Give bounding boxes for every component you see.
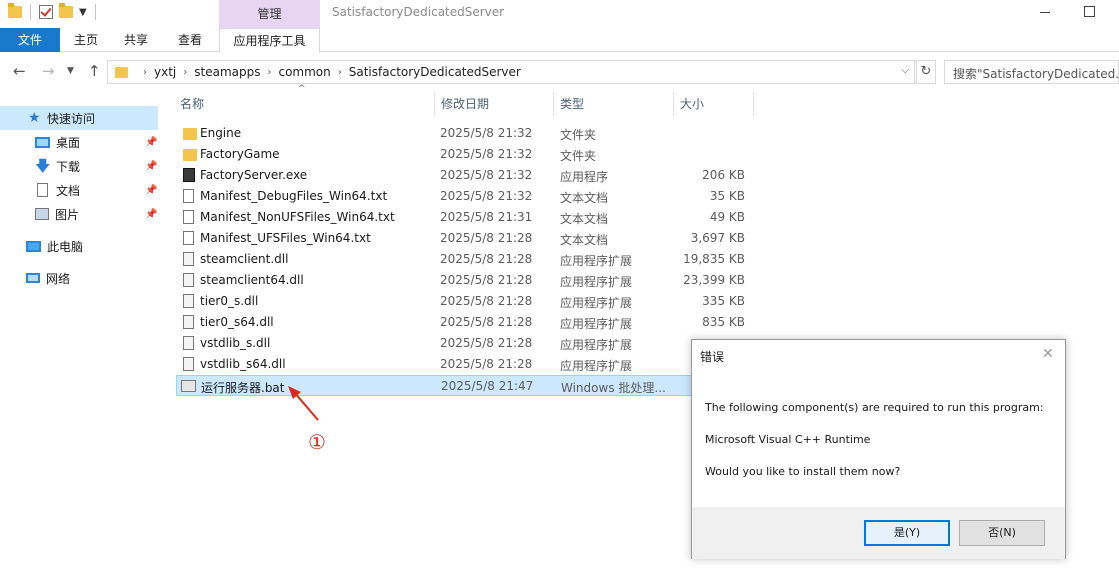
error-dialog: 错误 ✕ The following component(s) are requ… [691, 339, 1066, 559]
yes-button[interactable]: 是(Y) [864, 520, 950, 546]
close-icon[interactable]: ✕ [1042, 346, 1054, 362]
dialog-title: 错误 [700, 350, 725, 364]
dialog-component: Microsoft Visual C++ Runtime [705, 433, 871, 446]
annotation-arrow-1 [293, 391, 319, 421]
dialog-footer: 是(Y) 否(N) [692, 507, 1065, 559]
step-1-marker: ① [308, 430, 326, 454]
dialog-message: The following component(s) are required … [705, 401, 1044, 414]
dialog-question: Would you like to install them now? [705, 465, 901, 478]
no-button[interactable]: 否(N) [959, 520, 1045, 546]
